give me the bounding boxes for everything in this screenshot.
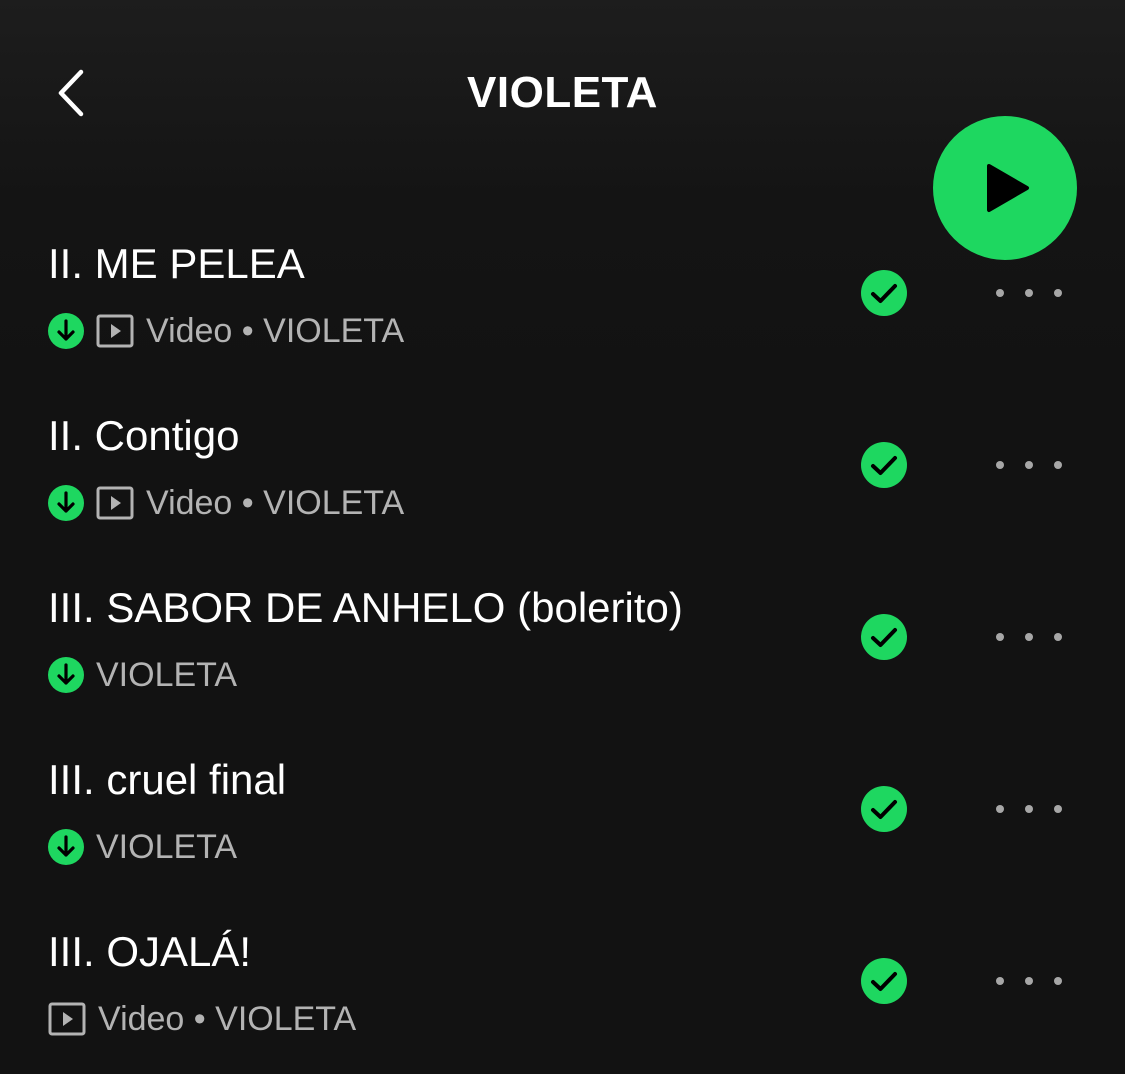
track-title: III. SABOR DE ANHELO (bolerito) [48, 584, 683, 631]
video-icon [96, 314, 134, 348]
track-subtitle: Video • VIOLETA [146, 312, 405, 350]
play-icon [987, 164, 1029, 212]
track-title: II. Contigo [48, 412, 240, 459]
track-row[interactable]: III. OJALÁ! Video • VIOLETA [0, 918, 1125, 1074]
check-circle-icon[interactable] [861, 958, 907, 1004]
playlist-page: VIOLETA II. ME PELEA Video • VIOLETA II.… [0, 0, 1125, 1074]
download-arrow-icon [48, 657, 84, 693]
video-icon [48, 1002, 86, 1036]
check-circle-icon[interactable] [861, 442, 907, 488]
track-title: II. ME PELEA [48, 240, 305, 287]
track-meta: Video • VIOLETA [48, 482, 404, 524]
more-options-button[interactable] [996, 450, 1062, 480]
more-dots-icon [996, 289, 1004, 297]
video-icon [96, 486, 134, 520]
more-options-button[interactable] [996, 278, 1062, 308]
track-row[interactable]: II. Contigo Video • VIOLETA [0, 402, 1125, 574]
track-subtitle: Video • VIOLETA [146, 484, 405, 522]
track-title: III. cruel final [48, 756, 287, 803]
track-row[interactable]: II. ME PELEA Video • VIOLETA [0, 230, 1125, 402]
check-circle-icon[interactable] [861, 786, 907, 832]
more-options-button[interactable] [996, 794, 1062, 824]
track-meta: Video • VIOLETA [48, 998, 356, 1040]
download-arrow-icon [48, 313, 84, 349]
more-options-button[interactable] [996, 966, 1062, 996]
track-title: III. OJALÁ! [48, 928, 252, 975]
track-meta: VIOLETA [48, 654, 237, 696]
more-dots-icon [996, 461, 1004, 469]
track-row[interactable]: III. cruel final VIOLETA [0, 746, 1125, 918]
track-row[interactable]: III. SABOR DE ANHELO (bolerito) VIOLETA [0, 574, 1125, 746]
track-meta: Video • VIOLETA [48, 310, 404, 352]
more-options-button[interactable] [996, 622, 1062, 652]
download-arrow-icon [48, 485, 84, 521]
page-title: VIOLETA [467, 68, 658, 117]
more-dots-icon [996, 977, 1004, 985]
more-dots-icon [996, 633, 1004, 641]
download-arrow-icon [48, 829, 84, 865]
check-circle-icon[interactable] [861, 614, 907, 660]
check-circle-icon[interactable] [861, 270, 907, 316]
track-meta: VIOLETA [48, 826, 237, 868]
track-subtitle: VIOLETA [96, 828, 238, 866]
track-subtitle: VIOLETA [96, 656, 238, 694]
more-dots-icon [996, 805, 1004, 813]
track-subtitle: Video • VIOLETA [98, 1000, 357, 1038]
track-list: II. ME PELEA Video • VIOLETA II. Contigo [0, 230, 1125, 1074]
